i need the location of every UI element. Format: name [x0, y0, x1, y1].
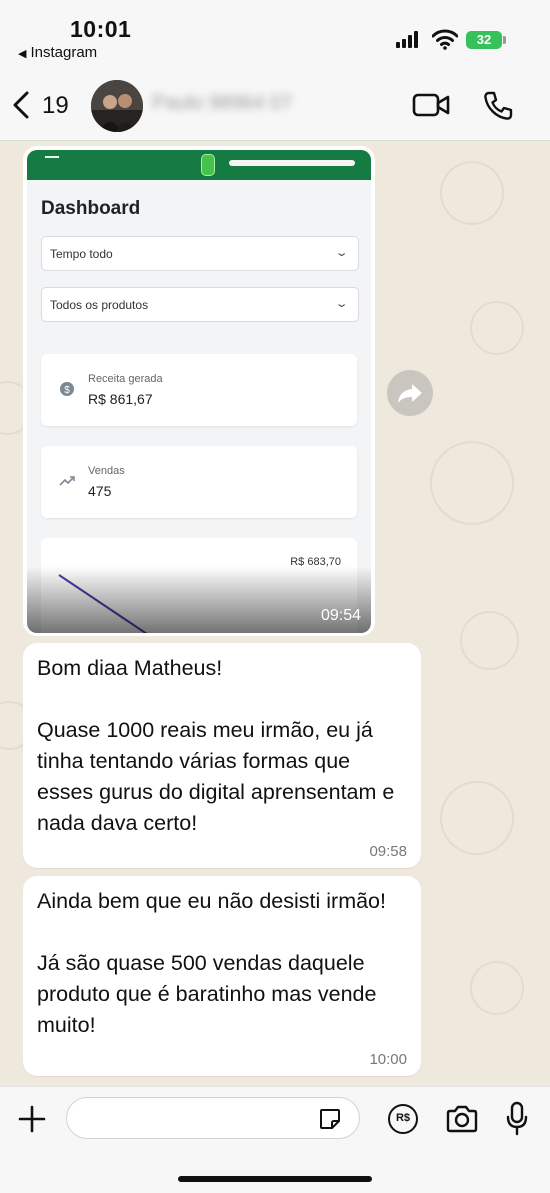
wallpaper-doodle — [470, 961, 524, 1015]
dashboard-title: Dashboard — [41, 198, 141, 219]
avatar[interactable] — [91, 80, 143, 132]
message-text: Ainda bem que eu não desisti irmão! Já s… — [37, 889, 386, 1037]
logo-icon — [201, 154, 215, 176]
dollar-coin-icon: $ — [60, 382, 74, 396]
status-bar: 10:01 ◀ Instagram 32 — [0, 0, 550, 70]
chevron-down-icon: ⌄ — [334, 247, 349, 259]
battery-icon: 32 — [466, 31, 502, 49]
sticker-icon[interactable] — [318, 1107, 342, 1131]
period-filter: Tempo todo ⌄ — [41, 236, 359, 271]
revenue-label: Receita gerada — [88, 373, 163, 385]
avatar-photo-icon — [91, 80, 143, 132]
message-time: 09:58 — [369, 843, 407, 860]
sales-value: 475 — [88, 483, 112, 499]
chat-area[interactable]: Dashboard Tempo todo ⌄ Todos os produtos… — [0, 141, 550, 1086]
message-time: 09:54 — [320, 607, 361, 624]
wallpaper-doodle — [470, 301, 524, 355]
period-filter-value: Tempo todo — [50, 247, 113, 261]
revenue-value: R$ 861,67 — [88, 391, 153, 407]
trending-up-icon — [59, 476, 75, 486]
message-bubble[interactable]: Bom diaa Matheus! Quase 1000 reais meu i… — [23, 643, 421, 868]
back-chevron-icon[interactable] — [10, 90, 32, 120]
wallpaper-doodle — [430, 441, 514, 525]
dashboard-screenshot: Dashboard Tempo todo ⌄ Todos os produtos… — [27, 150, 371, 633]
back-app-label: Instagram — [30, 44, 98, 61]
status-time: 10:01 — [70, 16, 132, 42]
revenue-card: $ Receita gerada R$ 861,67 — [41, 354, 357, 426]
image-message[interactable]: Dashboard Tempo todo ⌄ Todos os produtos… — [23, 146, 375, 636]
back-to-app-link[interactable]: ◀ Instagram — [18, 44, 97, 61]
sales-card: Vendas 475 — [41, 446, 357, 518]
message-text: Bom diaa Matheus! Quase 1000 reais meu i… — [37, 656, 395, 835]
menu-icon — [45, 156, 59, 158]
camera-icon[interactable] — [445, 1105, 479, 1133]
message-input[interactable] — [66, 1097, 360, 1139]
wallpaper-doodle — [460, 611, 519, 670]
sales-label: Vendas — [88, 465, 125, 477]
back-triangle-icon: ◀ — [18, 48, 27, 60]
wallpaper-doodle — [440, 161, 504, 225]
topbar-pill — [229, 160, 355, 166]
home-indicator[interactable] — [178, 1176, 372, 1182]
video-call-icon[interactable] — [412, 92, 450, 118]
payment-button[interactable]: R$ — [388, 1104, 418, 1134]
plus-icon[interactable] — [18, 1105, 46, 1133]
wifi-icon — [432, 29, 458, 50]
forward-arrow-icon — [398, 384, 422, 403]
product-filter-value: Todos os produtos — [50, 298, 149, 312]
composer-bar: R$ — [0, 1086, 550, 1193]
chat-header: 19 Paulo 98964 07 — [0, 70, 550, 141]
microphone-icon[interactable] — [506, 1101, 528, 1137]
battery-tip — [503, 36, 506, 44]
contact-name[interactable]: Paulo 98964 07 — [152, 92, 292, 115]
message-bubble[interactable]: Ainda bem que eu não desisti irmão! Já s… — [23, 876, 421, 1076]
forward-button[interactable] — [387, 370, 433, 416]
image-time-shade — [27, 566, 371, 633]
phone-call-icon[interactable] — [482, 90, 514, 122]
unread-count[interactable]: 19 — [42, 92, 69, 120]
dashboard-topbar — [27, 150, 371, 180]
wallpaper-doodle — [440, 781, 514, 855]
message-time: 10:00 — [369, 1051, 407, 1068]
product-filter: Todos os produtos ⌄ — [41, 287, 359, 322]
svg-text:$: $ — [64, 385, 70, 396]
chevron-down-icon: ⌄ — [334, 298, 349, 310]
cellular-signal-icon — [396, 30, 422, 48]
